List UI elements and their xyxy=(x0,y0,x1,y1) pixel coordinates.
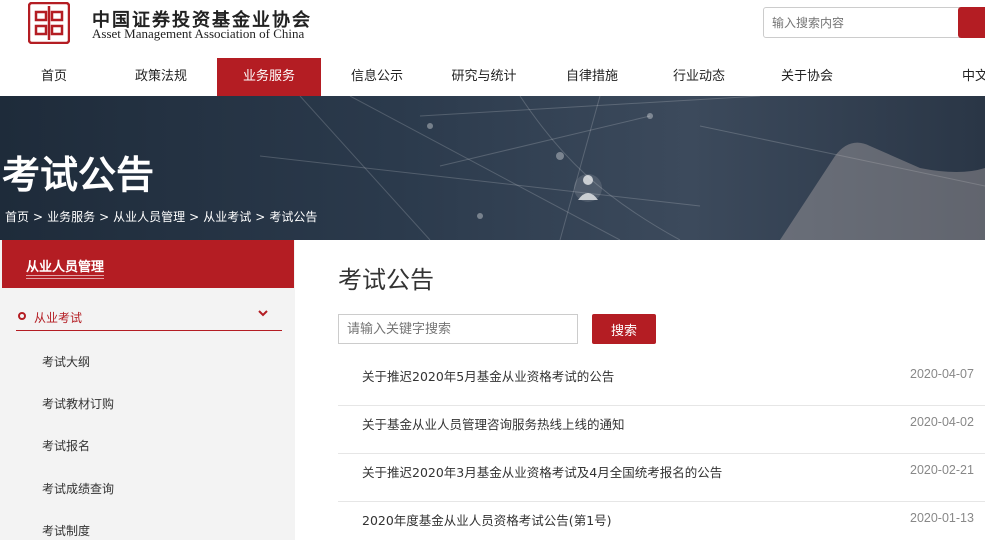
news-date: 2020-02-21 xyxy=(910,463,974,477)
keyword-search-input[interactable] xyxy=(338,314,578,344)
nav-item-policy[interactable]: 政策法规 xyxy=(120,58,202,96)
news-title[interactable]: 关于推迟2020年5月基金从业资格考试的公告 xyxy=(362,366,614,385)
news-list-item[interactable]: 关于基金从业人员管理咨询服务热线上线的通知 2020-04-02 xyxy=(338,406,985,454)
sidebar-item-score-query[interactable]: 考试成绩查询 xyxy=(42,480,114,497)
nav-item-research[interactable]: 研究与统计 xyxy=(436,58,532,96)
breadcrumb-separator: > xyxy=(189,210,200,224)
breadcrumb-current: 考试公告 xyxy=(269,210,318,224)
breadcrumb-separator: > xyxy=(255,210,266,224)
nav-item-about[interactable]: 关于协会 xyxy=(766,58,848,96)
brand-name-en[interactable]: Asset Management Association of China xyxy=(92,26,304,42)
sidebar: 从业人员管理 从业考试 考试大纲 考试教材订购 考试报名 考试成绩查询 考试制度 xyxy=(0,240,295,540)
news-title[interactable]: 2020年度基金从业人员资格考试公告(第1号) xyxy=(362,510,612,529)
site-header: 中国证券投资基金业协会 Asset Management Association… xyxy=(0,0,985,58)
breadcrumb-separator: > xyxy=(99,210,110,224)
news-title[interactable]: 关于基金从业人员管理咨询服务热线上线的通知 xyxy=(362,414,625,433)
sidebar-item-rules[interactable]: 考试制度 xyxy=(42,522,90,539)
nav-item-self-regulation[interactable]: 自律措施 xyxy=(552,58,632,96)
news-list-item[interactable]: 关于推迟2020年3月基金从业资格考试及4月全国统考报名的公告 2020-02-… xyxy=(338,454,985,502)
news-date: 2020-04-07 xyxy=(910,367,974,381)
breadcrumb: 首页 > 业务服务 > 从业人员管理 > 从业考试 > 考试公告 xyxy=(5,208,321,225)
sidebar-title: 从业人员管理 xyxy=(26,260,105,275)
sidebar-item-outline[interactable]: 考试大纲 xyxy=(42,353,90,370)
top-search-button[interactable] xyxy=(958,7,985,38)
sidebar-item-registration[interactable]: 考试报名 xyxy=(42,437,90,454)
sidebar-group-exam[interactable]: 从业考试 xyxy=(16,304,282,331)
sidebar-item-textbook[interactable]: 考试教材订购 xyxy=(42,395,114,412)
top-search-input[interactable] xyxy=(763,7,963,38)
sidebar-header: 从业人员管理 xyxy=(2,240,294,288)
breadcrumb-exam[interactable]: 从业考试 xyxy=(203,210,251,224)
breadcrumb-separator: > xyxy=(33,210,44,224)
news-title[interactable]: 关于推迟2020年3月基金从业资格考试及4月全国统考报名的公告 xyxy=(362,462,722,481)
news-list-item[interactable]: 关于推迟2020年5月基金从业资格考试的公告 2020-04-07 xyxy=(338,358,985,406)
amac-logo-icon[interactable] xyxy=(28,2,70,44)
sidebar-group-label: 从业考试 xyxy=(34,311,83,325)
bullet-icon xyxy=(18,312,26,320)
news-date: 2020-04-02 xyxy=(910,415,974,429)
main-nav: 首页 政策法规 业务服务 信息公示 研究与统计 自律措施 行业动态 关于协会 中… xyxy=(0,58,985,96)
news-list-item[interactable]: 2020年度基金从业人员资格考试公告(第1号) 2020-01-13 xyxy=(338,502,985,540)
page-title: 考试公告 xyxy=(338,266,434,294)
breadcrumb-home[interactable]: 首页 xyxy=(5,210,29,224)
news-date: 2020-01-13 xyxy=(910,511,974,525)
page-banner: 考试公告 首页 > 业务服务 > 从业人员管理 > 从业考试 > 考试公告 xyxy=(0,96,985,240)
nav-item-disclosure[interactable]: 信息公示 xyxy=(336,58,418,96)
breadcrumb-personnel[interactable]: 从业人员管理 xyxy=(113,210,185,224)
nav-item-business[interactable]: 业务服务 xyxy=(217,58,321,96)
sidebar-title-underline xyxy=(26,275,104,279)
chevron-down-icon[interactable] xyxy=(257,307,269,319)
nav-item-industry-news[interactable]: 行业动态 xyxy=(658,58,740,96)
language-switch[interactable]: 中文 xyxy=(962,58,985,96)
banner-title: 考试公告 xyxy=(2,153,155,197)
nav-item-home[interactable]: 首页 xyxy=(14,58,94,96)
breadcrumb-business[interactable]: 业务服务 xyxy=(47,210,95,224)
search-button[interactable]: 搜索 xyxy=(592,314,656,344)
